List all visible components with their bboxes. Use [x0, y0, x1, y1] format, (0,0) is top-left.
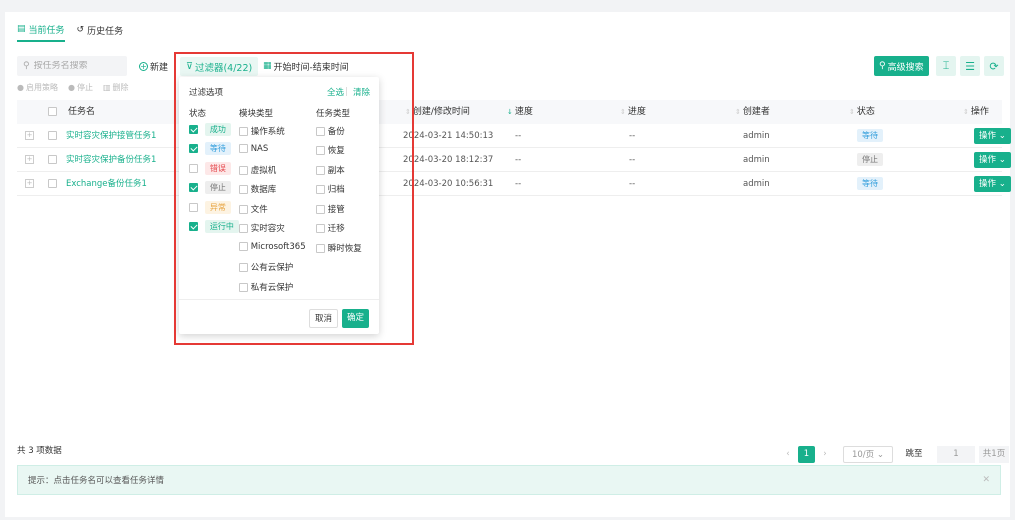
tip-text: 提示：点击任务名可以查看任务详情 — [28, 476, 165, 486]
total-pages: 共1页 — [979, 446, 1009, 463]
header-time[interactable]: ⇕ 创建/修改时间 — [405, 100, 470, 124]
highlight-box — [174, 52, 414, 345]
task-creator: admin — [743, 131, 770, 141]
column-settings-icon[interactable]: ☰ — [960, 56, 980, 76]
header-speed[interactable]: ↓ 速度 — [507, 100, 533, 124]
header-actions: ⇕ 操作 — [963, 107, 989, 117]
column-height-icon[interactable]: ⌶ — [936, 56, 956, 76]
table-row: + Exchange备份任务1 2024-03-20 10:56:31 -- -… — [17, 172, 1011, 196]
search-icon: ⚲ — [23, 60, 30, 71]
table-header: 任务名 ⇕ 创建/修改时间 ↓ 速度 ⇕ 进度 ⇕ 创建者 ⇕ 状态 ⇕ 操作 — [17, 100, 1002, 124]
search-input[interactable] — [33, 61, 114, 71]
enable-policy-button[interactable]: ● 启用策略 — [17, 82, 58, 93]
close-icon[interactable]: ✕ — [982, 475, 990, 485]
search-box[interactable]: ⚲ — [17, 56, 127, 76]
task-time: 2024-03-20 18:12:37 — [403, 155, 494, 165]
expand-row-icon[interactable]: + — [25, 179, 34, 188]
header-checkbox-cell[interactable] — [48, 100, 57, 124]
search-icon: ⚲ — [879, 60, 886, 71]
select-all-checkbox[interactable] — [48, 107, 57, 116]
play-icon: ● — [17, 82, 24, 92]
row-checkbox[interactable] — [48, 179, 57, 188]
header-status[interactable]: ⇕ 状态 — [849, 100, 875, 124]
tab-history-tasks-label: 历史任务 — [87, 26, 124, 37]
table-row: + 实时容灾保护接管任务1 2024-03-21 14:50:13 -- -- … — [17, 124, 1011, 148]
header-creator[interactable]: ⇕ 创建者 — [735, 100, 770, 124]
expand-row-icon[interactable]: + — [25, 131, 34, 140]
delete-button[interactable]: ▥ 删除 — [103, 82, 129, 93]
stop-icon: ● — [67, 82, 75, 92]
header-progress[interactable]: ⇕ 进度 — [620, 100, 646, 124]
task-name-link[interactable]: 实时容灾保护备份任务1 — [66, 148, 156, 172]
task-panel: ▤ 当前任务 ↺ 历史任务 ⚲ + 新建 ⊽ 过滤器(4/22) ▦ 开始时间-… — [5, 12, 1011, 517]
task-progress: -- — [629, 179, 636, 189]
prev-page-icon[interactable]: ‹ — [781, 446, 795, 463]
action-dropdown-button[interactable]: 操作 ⌄ — [974, 152, 1011, 168]
task-speed: -- — [515, 179, 522, 189]
tab-history-tasks[interactable]: ↺ 历史任务 — [77, 18, 124, 42]
plus-circle-icon: + — [139, 61, 148, 71]
row-checkbox[interactable] — [48, 131, 57, 140]
task-creator: admin — [743, 155, 770, 165]
row-checkbox[interactable] — [48, 155, 57, 164]
page-number[interactable]: 1 — [798, 446, 815, 463]
tip-bar: 提示：点击任务名可以查看任务详情 ✕ — [17, 465, 1001, 495]
history-icon: ↺ — [76, 24, 85, 35]
total-count: 共 3 项数据 — [17, 446, 62, 456]
goto-page-input[interactable]: 1 — [937, 446, 975, 463]
task-progress: -- — [629, 155, 636, 165]
header-name[interactable]: 任务名 — [68, 100, 95, 124]
advanced-search-label: 高级搜索 — [887, 62, 924, 73]
task-name-link[interactable]: 实时容灾保护接管任务1 — [66, 124, 156, 148]
tab-bar: ▤ 当前任务 ↺ 历史任务 — [17, 18, 123, 42]
action-dropdown-button[interactable]: 操作 ⌄ — [974, 128, 1011, 144]
task-name-link[interactable]: Exchange备份任务1 — [66, 172, 147, 196]
tab-current-tasks[interactable]: ▤ 当前任务 — [17, 18, 65, 42]
status-badge: 等待 — [857, 129, 883, 142]
action-dropdown-button[interactable]: 操作 ⌄ — [974, 176, 1011, 192]
expand-row-icon[interactable]: + — [25, 155, 34, 164]
task-speed: -- — [515, 131, 522, 141]
task-time: 2024-03-20 10:56:31 — [403, 179, 494, 189]
task-speed: -- — [515, 155, 522, 165]
table-row: + 实时容灾保护备份任务1 2024-03-20 18:12:37 -- -- … — [17, 148, 1011, 172]
list-icon: ▤ — [17, 23, 26, 34]
status-badge: 停止 — [857, 153, 883, 166]
goto-label: 跳至 — [905, 449, 923, 459]
next-page-icon[interactable]: › — [818, 446, 832, 463]
task-time: 2024-03-21 14:50:13 — [403, 131, 494, 141]
trash-icon: ▥ — [102, 82, 111, 92]
advanced-search-button[interactable]: ⚲ 高级搜索 — [874, 56, 929, 76]
status-badge: 等待 — [857, 177, 883, 190]
new-button[interactable]: + 新建 — [139, 60, 168, 73]
new-button-label: 新建 — [150, 63, 169, 73]
tab-current-tasks-label: 当前任务 — [28, 25, 65, 36]
stop-button[interactable]: ● 停止 — [68, 82, 93, 93]
task-creator: admin — [743, 179, 770, 189]
batch-actions: ● 启用策略 ● 停止 ▥ 删除 — [17, 82, 129, 93]
page-size-select[interactable]: 10/页 ⌄ — [843, 446, 893, 463]
refresh-icon[interactable]: ⟳ — [984, 56, 1004, 76]
task-progress: -- — [629, 131, 636, 141]
